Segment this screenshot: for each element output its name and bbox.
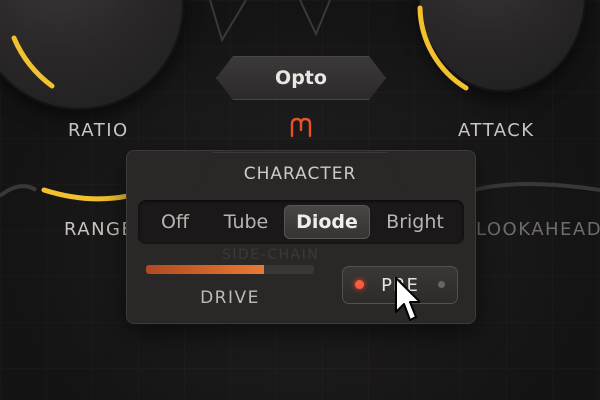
sidechain-label: SIDE-CHAIN [222, 247, 320, 263]
drive-slider[interactable] [146, 265, 314, 274]
range-label: RANGE [64, 219, 135, 240]
character-option-tube[interactable]: Tube [208, 205, 284, 239]
drive-label: DRIVE [200, 288, 260, 308]
character-title: CHARACTER [243, 164, 357, 184]
character-option-diode[interactable]: Diode [284, 205, 370, 239]
character-selector: Off Tube Diode Bright [138, 200, 464, 244]
compressor-mode-label: Opto [275, 67, 327, 89]
pre-secondary-dot [438, 281, 445, 288]
lookahead-label: LOOKAHEAD [476, 219, 600, 240]
cursor-arrow-icon [395, 277, 420, 321]
character-option-off[interactable]: Off [142, 205, 208, 239]
ratio-label: RATIO [68, 120, 129, 141]
character-option-bright[interactable]: Bright [370, 205, 460, 239]
attack-label: ATTACK [458, 120, 535, 141]
compressor-mode-button[interactable]: Opto [216, 56, 386, 100]
drive-slider-fill [146, 265, 264, 274]
link-icon[interactable] [288, 116, 314, 138]
pre-indicator-led [355, 280, 364, 289]
